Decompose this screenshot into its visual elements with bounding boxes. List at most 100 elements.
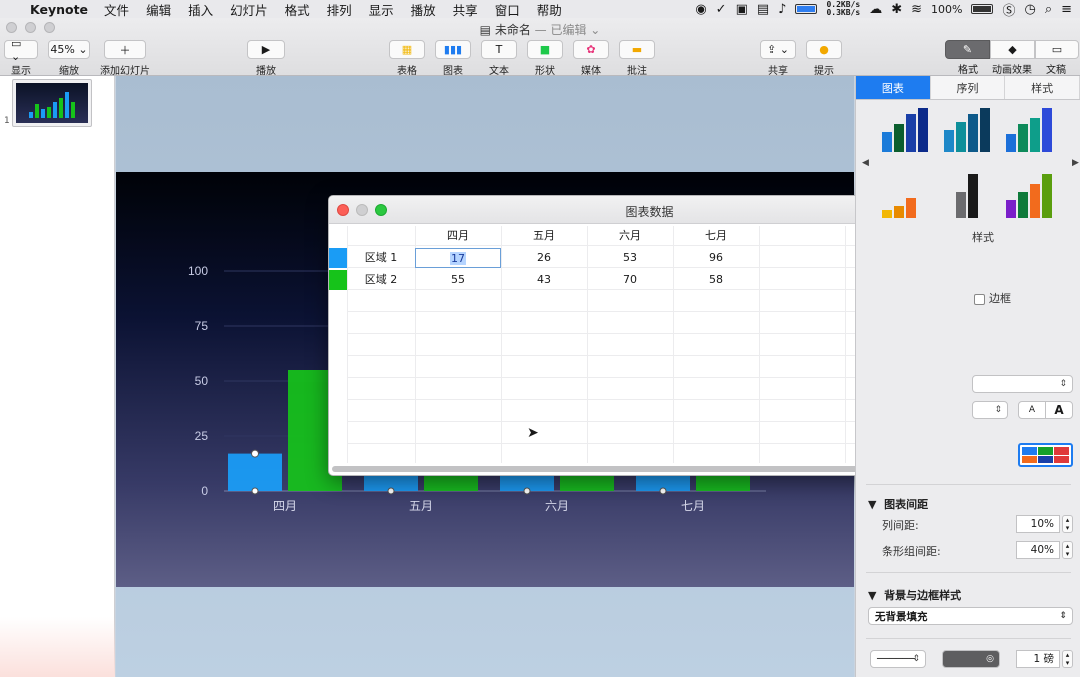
stroke-width-stepper[interactable]: ▴ ▾ [1062, 650, 1073, 668]
column-gap-field[interactable]: 10% [1016, 515, 1060, 533]
menu-format[interactable]: 格式 [285, 0, 310, 19]
stroke-color-well[interactable]: ◎ [942, 650, 1000, 668]
data-cell[interactable]: 58 [673, 270, 759, 290]
column-header[interactable]: 六月 [587, 226, 673, 246]
check-icon[interactable]: ✓ [716, 2, 727, 17]
view-button[interactable]: ▭ ⌄ [4, 37, 38, 63]
row-header[interactable]: 区域 2 [347, 270, 415, 290]
document-name[interactable]: 未命名 [495, 23, 531, 37]
series-color-swatch[interactable] [329, 248, 347, 268]
border-checkbox[interactable]: 边框 [974, 290, 1011, 306]
menu-slide[interactable]: 幻灯片 [230, 0, 268, 19]
tab-style[interactable]: 样式 [1005, 76, 1080, 99]
media-button[interactable]: ✿ [573, 40, 609, 59]
comment-button[interactable]: ▬ [619, 40, 655, 59]
chart-button[interactable]: ▮▮▮ [435, 40, 471, 59]
zoom-button[interactable]: 45% ⌄ [48, 40, 90, 59]
font-style-popup[interactable]: ⇕ [972, 401, 1008, 419]
menu-window[interactable]: 窗口 [495, 0, 520, 19]
column-header[interactable]: 四月 [415, 226, 501, 246]
fill-popup[interactable]: 无背景填充 ⇕ [868, 607, 1073, 625]
format-button[interactable]: ✎ [945, 40, 990, 59]
wechat-icon[interactable]: ◉ [695, 2, 706, 17]
updown-icon: ⇕ [1059, 379, 1067, 389]
clock-icon[interactable]: ◷ [1024, 2, 1035, 17]
stroke-width-field[interactable]: 1 磅 [1016, 650, 1060, 668]
text-button[interactable]: T [481, 40, 517, 59]
data-cell[interactable]: 55 [415, 270, 501, 290]
chart-colors-button[interactable] [1018, 443, 1073, 467]
menu-insert[interactable]: 插入 [188, 0, 213, 19]
tips-button[interactable]: ● [806, 40, 842, 59]
column-gap-stepper[interactable]: ▴ ▾ [1062, 515, 1073, 533]
document-state[interactable]: — 已编辑 ⌄ [535, 23, 601, 37]
border-check[interactable] [974, 293, 985, 305]
row-header[interactable]: 区域 1 [347, 248, 415, 268]
data-cell[interactable]: 53 [587, 248, 673, 268]
bell-icon[interactable]: ♪ [778, 2, 786, 17]
shape-button[interactable]: ■ [527, 40, 563, 59]
animate-button[interactable]: ◆ [990, 40, 1035, 59]
chart-style-6[interactable] [1006, 172, 1052, 218]
chart-style-4[interactable] [882, 172, 916, 218]
chevron-left-icon[interactable]: ◀ [862, 158, 869, 168]
chart-tool: ▮▮▮ 图表 [435, 40, 471, 77]
tab-series[interactable]: 序列 [930, 76, 1006, 99]
bar-handle-bottom [387, 487, 395, 495]
tips-tool: ● 提示 [806, 40, 842, 77]
menu-share[interactable]: 共享 [453, 0, 478, 19]
cloud-icon[interactable]: ☁ [869, 2, 882, 17]
data-cell[interactable]: 26 [501, 248, 587, 268]
camera-icon[interactable]: ▣ [736, 2, 748, 17]
series-color-swatch[interactable] [329, 270, 347, 290]
menu-arrange[interactable]: 排列 [327, 0, 352, 19]
play-button[interactable]: ▶ [247, 40, 285, 59]
decrease-font-button[interactable]: A [1018, 401, 1046, 419]
column-header[interactable]: 七月 [673, 226, 759, 246]
battery-icon[interactable] [971, 4, 994, 14]
gap-section-header[interactable]: ▼ 图表间距 [868, 496, 928, 512]
tab-chart[interactable]: 图表 [856, 76, 931, 99]
menu-view[interactable]: 显示 [369, 0, 394, 19]
menu-edit[interactable]: 编辑 [146, 0, 171, 19]
wifi-icon[interactable]: ≋ [911, 2, 922, 17]
add-slide-button[interactable]: ＋ [104, 40, 146, 59]
net-down: 0.3KB/s [826, 8, 861, 17]
updown-icon: ⇕ [912, 654, 920, 664]
menu-play[interactable]: 播放 [411, 0, 436, 19]
data-cell[interactable]: 96 [673, 248, 759, 268]
chart-style-3[interactable] [1006, 106, 1052, 152]
clipboard-icon[interactable]: ▤ [757, 2, 769, 17]
stroke-style-popup[interactable]: ────── ⇕ [870, 650, 926, 668]
y-tick-label: 25 [195, 429, 209, 443]
set-gap-field[interactable]: 40% [1016, 541, 1060, 559]
slide-thumbnail[interactable] [12, 79, 92, 127]
background-section-header[interactable]: ▼ 背景与边框样式 [868, 587, 961, 603]
table-button[interactable]: ▦ [389, 40, 425, 59]
search-icon[interactable]: ⌕ [1045, 2, 1052, 17]
data-cell[interactable]: 17 [415, 248, 501, 268]
document-button[interactable]: ▭ [1035, 40, 1079, 59]
menu-app-name[interactable]: Keynote [30, 2, 88, 17]
share-button[interactable]: ⇪ ⌄ [760, 40, 796, 59]
set-gap-stepper[interactable]: ▴ ▾ [1062, 541, 1073, 559]
play-tool: ▶ 播放 [247, 40, 285, 77]
color-wheel-icon[interactable]: ◎ [986, 654, 994, 664]
data-cell[interactable]: 43 [501, 270, 587, 290]
chart-style-5[interactable] [956, 172, 978, 218]
list-menu-icon[interactable]: ≡ [1061, 2, 1072, 17]
increase-font-button[interactable]: A [1045, 401, 1073, 419]
column-header[interactable]: 五月 [501, 226, 587, 246]
chevron-right-icon[interactable]: ▶ [1072, 158, 1079, 168]
bluetooth-icon[interactable]: ✱ [891, 2, 902, 17]
keyboard-battery-icon[interactable] [795, 4, 818, 14]
menu-file[interactable]: 文件 [104, 0, 129, 19]
navigator-background [0, 617, 115, 677]
menu-help[interactable]: 帮助 [537, 0, 562, 19]
font-popup[interactable]: ⇕ [972, 375, 1073, 393]
s-app-icon[interactable]: Ⓢ [1002, 0, 1015, 19]
chart-style-1[interactable] [882, 106, 928, 152]
chart-style-2[interactable] [944, 106, 990, 152]
horizontal-scrollbar[interactable] [332, 466, 906, 472]
data-cell[interactable]: 70 [587, 270, 673, 290]
